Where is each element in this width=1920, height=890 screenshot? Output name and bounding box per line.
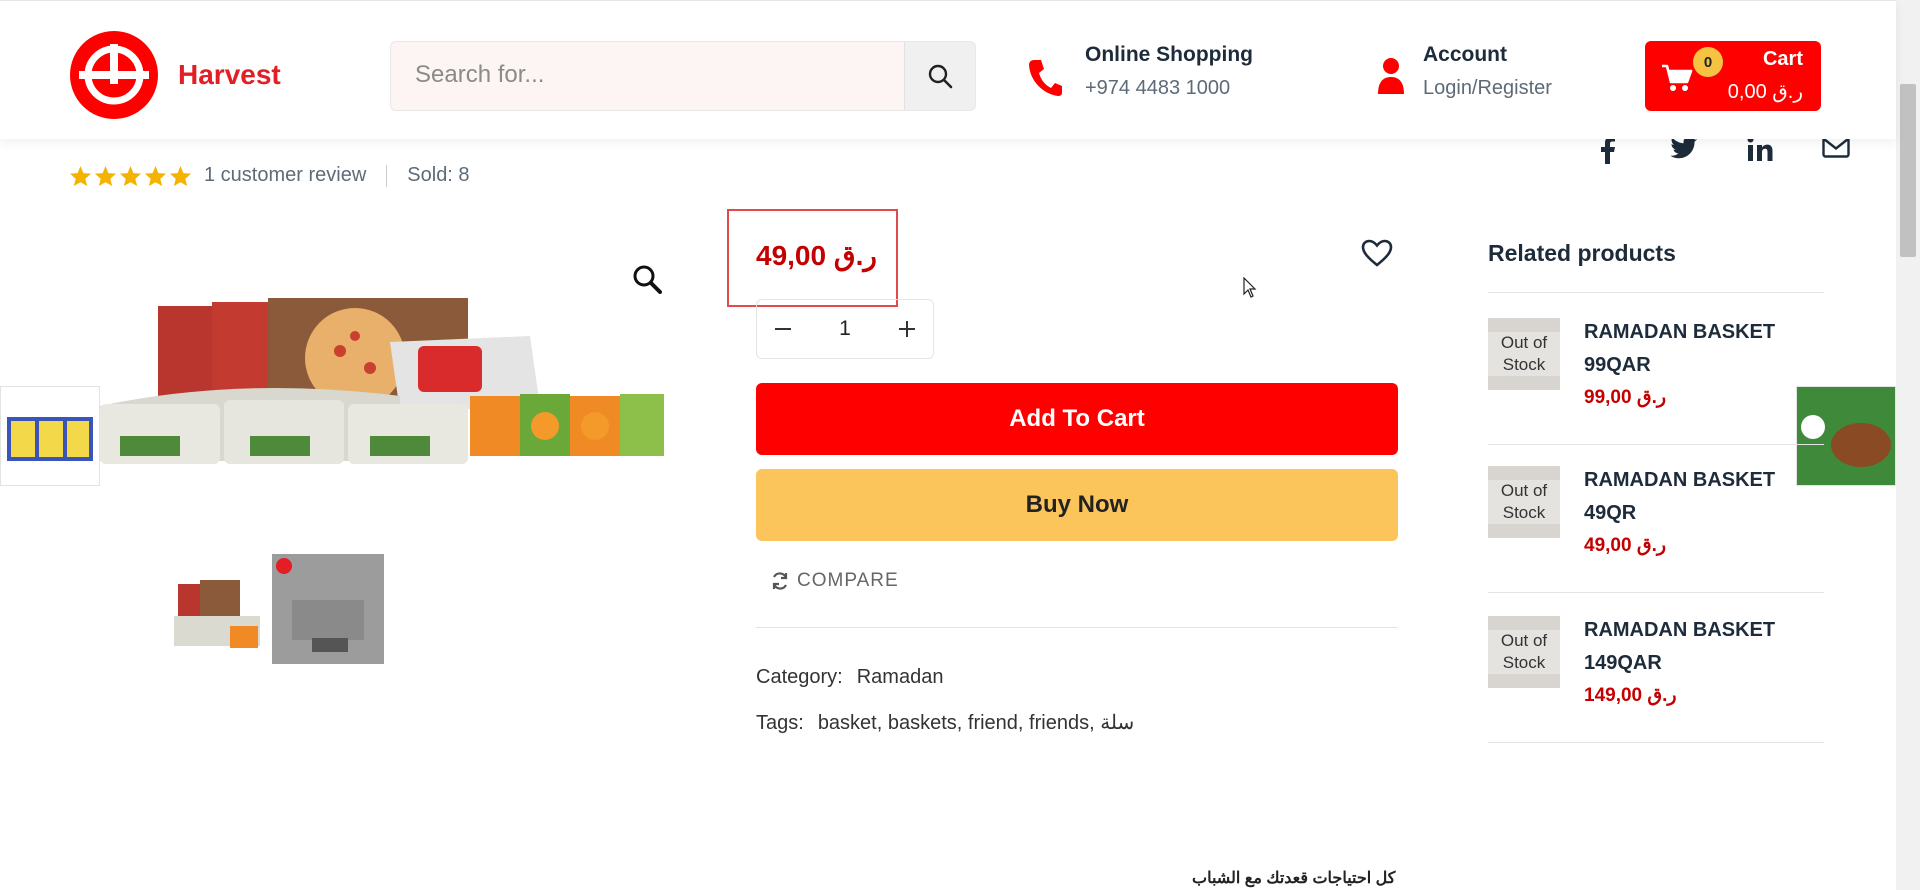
product-tags: Tags: basket, baskets, friend, friends, س… (756, 710, 1134, 735)
quantity-increase-button[interactable] (881, 300, 933, 358)
social-share (1570, 136, 1874, 164)
star-icon (144, 165, 167, 186)
logo-text: Harvest (178, 59, 281, 90)
star-icon (169, 165, 192, 186)
product-description-snippet: كل احتياجات قعدتك مع الشباب (1192, 870, 1396, 887)
quantity-value[interactable]: 1 (839, 317, 851, 341)
related-product-price: 149,00 ر.ق (1584, 685, 1677, 706)
linkedin-icon (1747, 136, 1773, 161)
email-icon (1822, 136, 1850, 158)
page-scrollbar[interactable] (1896, 0, 1920, 890)
share-email[interactable] (1798, 136, 1874, 164)
cart-total: 0,00 ر.ق (1727, 81, 1803, 103)
add-to-cart-button[interactable]: Add To Cart (756, 383, 1398, 455)
related-product-name[interactable]: RAMADAN BASKET 49QR (1584, 464, 1814, 530)
site-header: Harvest Online Shopping +974 4483 1000 A… (0, 0, 1896, 139)
related-products-title: Related products (1488, 240, 1676, 266)
contact-phone[interactable]: +974 4483 1000 (1085, 77, 1253, 100)
search-input[interactable] (391, 42, 903, 108)
search-bar (390, 41, 976, 111)
star-icon (94, 165, 117, 186)
logo[interactable]: Harvest (69, 30, 281, 120)
search-icon (928, 64, 953, 89)
related-product-item[interactable]: Out of Stock RAMADAN BASKET 49QR 49,00 ر… (1488, 444, 1824, 593)
related-product-thumbnail[interactable]: Out of Stock (1488, 318, 1560, 390)
star-icon (69, 165, 92, 186)
product-thumbnail-1[interactable] (170, 554, 264, 664)
plus-icon (899, 321, 915, 337)
meta-divider (386, 164, 388, 187)
category-link[interactable]: Ramadan (857, 666, 944, 688)
cart-icon (1662, 64, 1693, 91)
user-icon (1378, 58, 1404, 94)
related-product-name[interactable]: RAMADAN BASKET 149QAR (1584, 614, 1814, 680)
product-category: Category: Ramadan (756, 666, 943, 689)
juice-box-image (7, 417, 93, 461)
related-divider (1488, 292, 1824, 293)
account-title: Account (1423, 43, 1507, 66)
cart-count-badge: 0 (1693, 47, 1723, 77)
cart-label: Cart (1762, 48, 1803, 70)
phone-icon (1029, 60, 1062, 96)
compare-label: COMPARE (797, 570, 899, 591)
product-meta: 1 customer review Sold: 8 (69, 164, 470, 187)
product-price: 49,00 ر.ق (756, 240, 877, 271)
cart-button[interactable]: 0 Cart 0,00 ر.ق (1645, 41, 1821, 111)
rating-stars (69, 165, 192, 187)
twitter-icon (1670, 136, 1697, 159)
sold-count: Sold: 8 (407, 164, 470, 186)
share-linkedin[interactable] (1722, 136, 1798, 164)
scrollbar-thumb[interactable] (1900, 84, 1916, 257)
carousel-prev-product[interactable] (0, 386, 100, 486)
heart-icon[interactable] (1361, 239, 1393, 267)
harvest-logo-icon (70, 31, 158, 119)
share-facebook[interactable] (1570, 136, 1646, 164)
related-product-price: 49,00 ر.ق (1584, 535, 1667, 556)
refresh-icon (772, 572, 788, 590)
related-product-thumbnail[interactable]: Out of Stock (1488, 616, 1560, 688)
mouse-cursor-icon (1243, 277, 1257, 298)
share-twitter[interactable] (1646, 136, 1722, 164)
out-of-stock-badge: Out of Stock (1488, 332, 1560, 376)
login-register-link[interactable]: Login/Register (1423, 77, 1552, 100)
out-of-stock-badge: Out of Stock (1488, 480, 1560, 524)
account-info: Account Login/Register (1377, 43, 1552, 100)
buy-now-button[interactable]: Buy Now (756, 469, 1398, 541)
product-main-image[interactable] (100, 296, 668, 476)
compare-button[interactable]: COMPARE (771, 570, 899, 592)
search-button[interactable] (904, 42, 975, 110)
customer-review-link[interactable]: 1 customer review (204, 164, 366, 187)
facebook-icon (1601, 136, 1615, 164)
summary-divider (756, 627, 1398, 628)
quantity-decrease-button[interactable] (757, 300, 809, 358)
star-icon (119, 165, 142, 186)
out-of-stock-badge: Out of Stock (1488, 630, 1560, 674)
category-label: Category: (756, 666, 843, 688)
product-thumbnail-2[interactable] (272, 554, 384, 664)
contact-title: Online Shopping (1085, 43, 1253, 66)
related-product-item[interactable]: Out of Stock RAMADAN BASKET 99QAR 99,00 … (1488, 296, 1824, 445)
minus-icon (775, 328, 791, 330)
quantity-stepper: 1 (756, 299, 934, 359)
zoom-icon[interactable] (632, 264, 662, 294)
related-product-price: 99,00 ر.ق (1584, 387, 1667, 408)
tags-label: Tags: (756, 712, 804, 734)
related-product-item[interactable]: Out of Stock RAMADAN BASKET 149QAR 149,0… (1488, 594, 1824, 743)
contact-info: Online Shopping +974 4483 1000 (1027, 43, 1253, 100)
related-product-name[interactable]: RAMADAN BASKET 99QAR (1584, 316, 1814, 382)
tags-links[interactable]: basket, baskets, friend, friends, سلة (818, 712, 1134, 734)
related-product-thumbnail[interactable]: Out of Stock (1488, 466, 1560, 538)
